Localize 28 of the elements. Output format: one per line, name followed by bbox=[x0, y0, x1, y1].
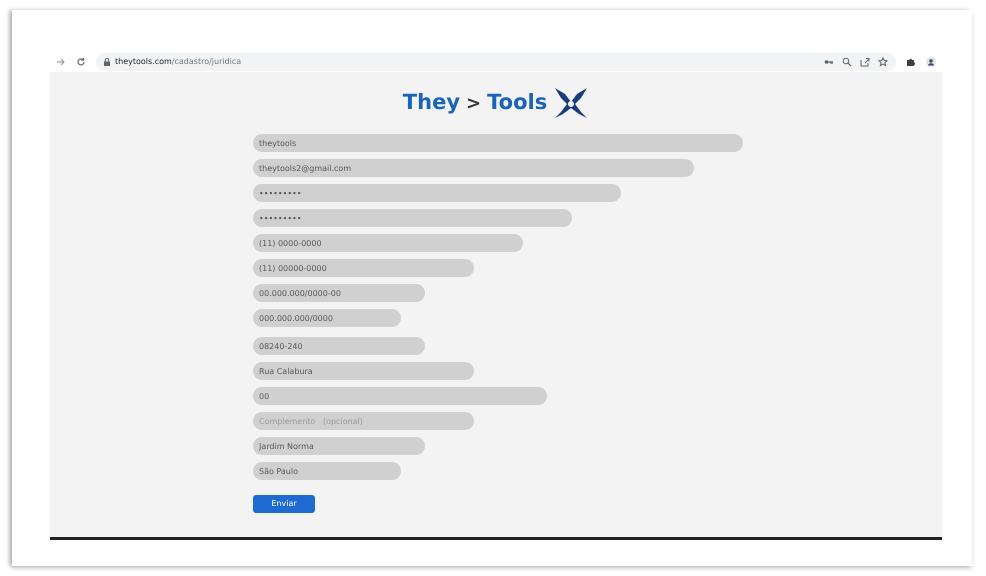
input-field[interactable]: (11) 00000-0000 bbox=[253, 259, 474, 277]
input-field[interactable]: ••••••••• bbox=[253, 209, 572, 227]
input-field[interactable]: theytools2@gmail.com bbox=[253, 159, 694, 177]
key-icon[interactable] bbox=[824, 57, 834, 67]
address-bar[interactable]: theytools.com/cadastro/juridica bbox=[96, 53, 896, 71]
zoom-icon[interactable] bbox=[842, 57, 852, 67]
input-field[interactable]: (11) 0000-0000 bbox=[253, 234, 523, 252]
star-icon[interactable] bbox=[878, 57, 888, 67]
logo-text: They bbox=[402, 89, 460, 116]
input-field[interactable]: theytools bbox=[253, 134, 743, 152]
puzzle-icon[interactable] bbox=[906, 57, 916, 67]
input-field[interactable]: 08240-240 bbox=[253, 337, 425, 355]
input-field[interactable]: 00 bbox=[253, 387, 547, 405]
input-field[interactable]: São Paulo bbox=[253, 462, 401, 480]
share-icon[interactable] bbox=[860, 57, 870, 67]
input-field[interactable]: 00.000.000/0000-00 bbox=[253, 284, 425, 302]
lock-icon bbox=[104, 58, 110, 66]
input-field[interactable]: Rua Calabura bbox=[253, 362, 474, 380]
input-field[interactable]: 000.000.000/0000 bbox=[253, 309, 401, 327]
logo-text: Tools bbox=[487, 89, 548, 116]
reload-icon[interactable] bbox=[76, 57, 86, 67]
logo-icon bbox=[553, 86, 590, 120]
url-text: theytools.com/cadastro/juridica bbox=[115, 56, 242, 68]
input-field[interactable]: ••••••••• bbox=[253, 184, 621, 202]
forward-arrow-icon[interactable] bbox=[56, 57, 66, 67]
submit-button[interactable]: Enviar bbox=[253, 495, 315, 513]
logo-separator: > bbox=[466, 92, 482, 116]
profile-icon[interactable] bbox=[926, 57, 936, 67]
